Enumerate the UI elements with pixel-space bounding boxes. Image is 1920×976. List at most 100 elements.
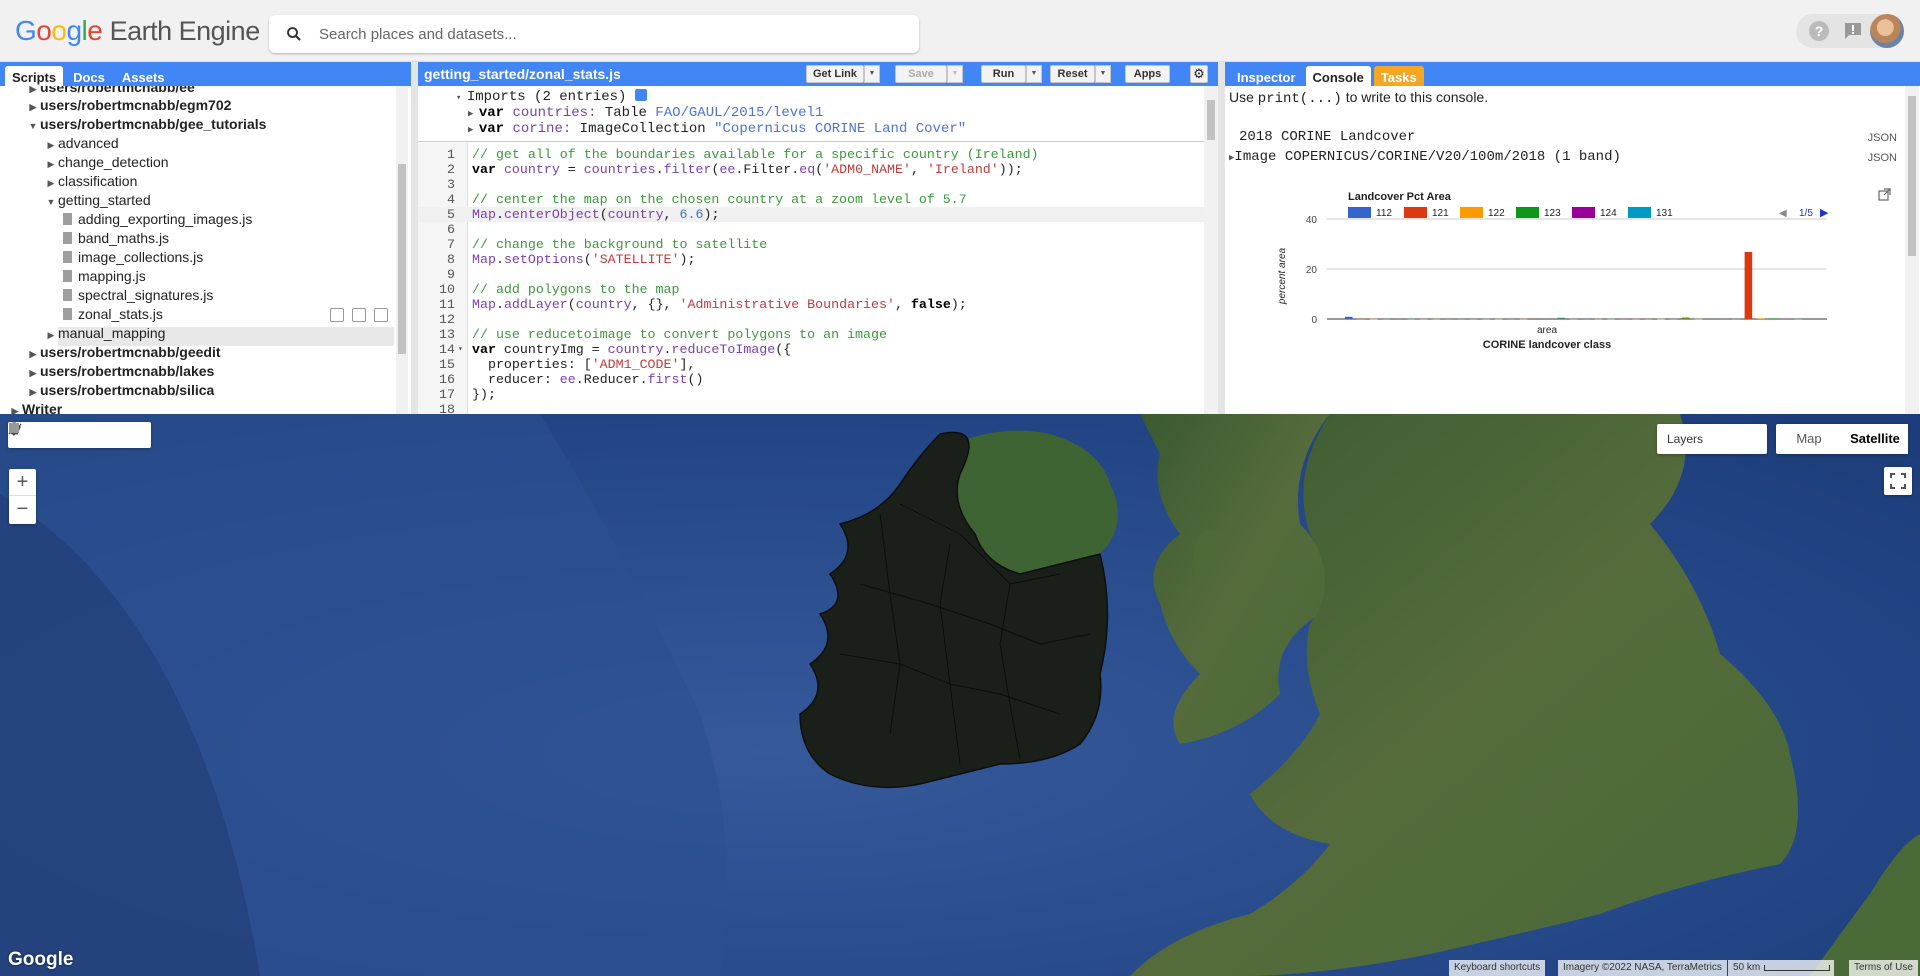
tab-assets[interactable]: Assets	[115, 66, 172, 86]
legend-label: 124	[1600, 208, 1617, 219]
code-line[interactable]: Map.setOptions('SATELLITE');	[472, 252, 695, 267]
code-line[interactable]: reducer: ee.Reducer.first()	[472, 372, 704, 387]
search-box[interactable]	[269, 15, 919, 53]
file-band-maths[interactable]: band_maths.js	[63, 229, 169, 248]
draw-shape-icon[interactable]	[9, 424, 116, 444]
account-avatar[interactable]	[1870, 14, 1904, 48]
legend-prev-icon[interactable]: ◀	[1779, 208, 1787, 219]
repo-gee-tutorials[interactable]: ▼ users/robertmcnabb/gee_tutorials	[26, 115, 267, 134]
file-mapping[interactable]: mapping.js	[63, 267, 146, 286]
folder-manual-mapping[interactable]: ▶ manual_mapping	[44, 324, 166, 343]
console-scrollbar[interactable]	[1905, 86, 1919, 414]
tree-label: Writer	[22, 401, 63, 414]
tab-console[interactable]: Console	[1305, 66, 1371, 86]
file-adding-exporting-images[interactable]: adding_exporting_images.js	[63, 210, 252, 229]
folder-change-detection[interactable]: ▶ change_detection	[44, 153, 169, 172]
rename-icon[interactable]	[352, 308, 366, 322]
code-line[interactable]: var country = countries.filter(ee.Filter…	[472, 162, 1023, 177]
import-type: Table	[604, 105, 647, 121]
line-number: 6	[447, 222, 455, 237]
get-link-dropdown-icon[interactable]: ▼	[864, 65, 880, 83]
json-toggle[interactable]: JSON	[1868, 152, 1897, 164]
imports-header[interactable]: ▾ Imports (2 entries)	[456, 89, 647, 105]
save-button[interactable]: Save	[895, 65, 947, 83]
map-view[interactable]: + − Layers Map Satellite Google Keyboard…	[0, 414, 1920, 976]
editor-scroll-thumb[interactable]	[1207, 100, 1215, 140]
legend-next-icon[interactable]: ▶	[1820, 207, 1829, 219]
imports-toggle-icon[interactable]	[634, 89, 647, 101]
bar-521	[1769, 318, 1778, 320]
tree-label: band_maths.js	[78, 230, 170, 246]
zoom-in-button[interactable]: +	[9, 469, 36, 496]
reset-button[interactable]: Reset	[1050, 65, 1095, 83]
draw-rectangle-icon[interactable]	[9, 423, 144, 444]
map-type-satellite[interactable]: Satellite	[1842, 424, 1908, 454]
folder-classification[interactable]: ▶ classification	[44, 172, 138, 191]
tree-scroll-thumb[interactable]	[398, 164, 406, 354]
fold-icon[interactable]: ▾	[458, 342, 463, 357]
scale-bar[interactable]: 50 km	[1728, 960, 1834, 976]
code-line[interactable]: var countryImg = country.reduceToImage({	[472, 342, 791, 357]
code-line[interactable]: Map.centerObject(country, 6.6);	[472, 207, 719, 222]
history-icon[interactable]	[330, 308, 344, 322]
save-dropdown-icon[interactable]: ▼	[947, 65, 963, 83]
file-icon	[63, 308, 72, 320]
folder-advanced[interactable]: ▶ advanced	[44, 134, 119, 153]
editor-scrollbar[interactable]	[1204, 86, 1218, 414]
json-toggle[interactable]: JSON	[1868, 132, 1897, 144]
code-line[interactable]: // get all of the boundaries available f…	[472, 147, 1039, 162]
run-dropdown-icon[interactable]: ▼	[1026, 65, 1042, 83]
folder-getting-started[interactable]: ▼ getting_started	[44, 191, 151, 210]
tab-inspector[interactable]: Inspector	[1230, 66, 1303, 86]
fullscreen-button[interactable]	[1884, 467, 1912, 495]
bar-123	[1382, 318, 1391, 320]
repo-geedit[interactable]: ▶ users/robertmcnabb/geedit	[26, 343, 221, 362]
tab-tasks[interactable]: Tasks	[1373, 66, 1424, 86]
file-spectral-signatures[interactable]: spectral_signatures.js	[63, 286, 213, 305]
delete-icon[interactable]	[374, 308, 388, 322]
code-line[interactable]: // center the map on the chosen country …	[472, 192, 967, 207]
help-icon[interactable]: ?	[1802, 14, 1836, 48]
code-line[interactable]: Map.addLayer(country, {}, 'Administrativ…	[472, 297, 967, 312]
file-zonal-stats[interactable]: zonal_stats.js	[63, 305, 163, 324]
tab-scripts[interactable]: Scripts	[5, 66, 64, 86]
keyboard-shortcuts-link[interactable]: Keyboard shortcuts	[1449, 960, 1546, 976]
earth-engine-logo[interactable]: Google Earth Engine	[15, 15, 260, 47]
add-marker-icon[interactable]	[9, 422, 60, 444]
tree-scrollbar[interactable]	[396, 86, 408, 414]
line-number: 1	[447, 147, 455, 162]
tree-label: mapping.js	[78, 268, 146, 284]
zoom-out-button[interactable]: −	[9, 496, 36, 523]
feedback-icon[interactable]	[1836, 14, 1870, 48]
right-splitter[interactable]	[1218, 62, 1225, 414]
code-area[interactable]: 1 // get all of the boundaries available …	[418, 143, 1204, 414]
code-line[interactable]: // add polygons to the map	[472, 282, 679, 297]
settings-gear-icon[interactable]: ⚙	[1190, 65, 1208, 83]
code-line[interactable]: // change the background to satellite	[472, 237, 767, 252]
layers-button[interactable]: Layers	[1657, 424, 1767, 454]
reset-dropdown-icon[interactable]: ▼	[1095, 65, 1111, 83]
left-splitter[interactable]	[411, 62, 418, 414]
code-line[interactable]: properties: ['ADM1_CODE'],	[472, 357, 696, 372]
console-entry-image[interactable]: ▶Image COPERNICUS/CORINE/V20/100m/2018 (…	[1229, 149, 1621, 165]
repo-lakes[interactable]: ▶ users/robertmcnabb/lakes	[26, 362, 215, 381]
terms-of-use-link[interactable]: Terms of Use	[1849, 960, 1918, 976]
legend-label: 131	[1656, 208, 1673, 219]
repo-silica[interactable]: ▶ users/robertmcnabb/silica	[26, 381, 215, 400]
tab-docs[interactable]: Docs	[66, 66, 112, 86]
file-image-collections[interactable]: image_collections.js	[63, 248, 203, 267]
repo-egm702[interactable]: ▶ users/robertmcnabb/egm702	[26, 96, 232, 115]
search-input[interactable]	[319, 23, 899, 45]
map-type-map[interactable]: Map	[1776, 424, 1842, 454]
import-corine[interactable]: ▶ var corine: ImageCollection "Copernicu…	[468, 121, 966, 137]
console-scroll-thumb[interactable]	[1908, 96, 1916, 256]
draw-line-icon[interactable]	[8, 423, 88, 444]
import-countries[interactable]: ▶ var countries: Table FAO/GAUL/2015/lev…	[468, 105, 823, 121]
imagery-attribution: Imagery ©2022 NASA, TerraMetrics	[1558, 960, 1727, 976]
apps-button[interactable]: Apps	[1125, 65, 1170, 83]
get-link-button[interactable]: Get Link	[806, 65, 864, 83]
code-line[interactable]: // use reducetoimage to convert polygons…	[472, 327, 887, 342]
run-button[interactable]: Run	[981, 65, 1026, 83]
code-line[interactable]: });	[472, 387, 496, 402]
section-writer[interactable]: ▶ Writer	[8, 400, 63, 414]
